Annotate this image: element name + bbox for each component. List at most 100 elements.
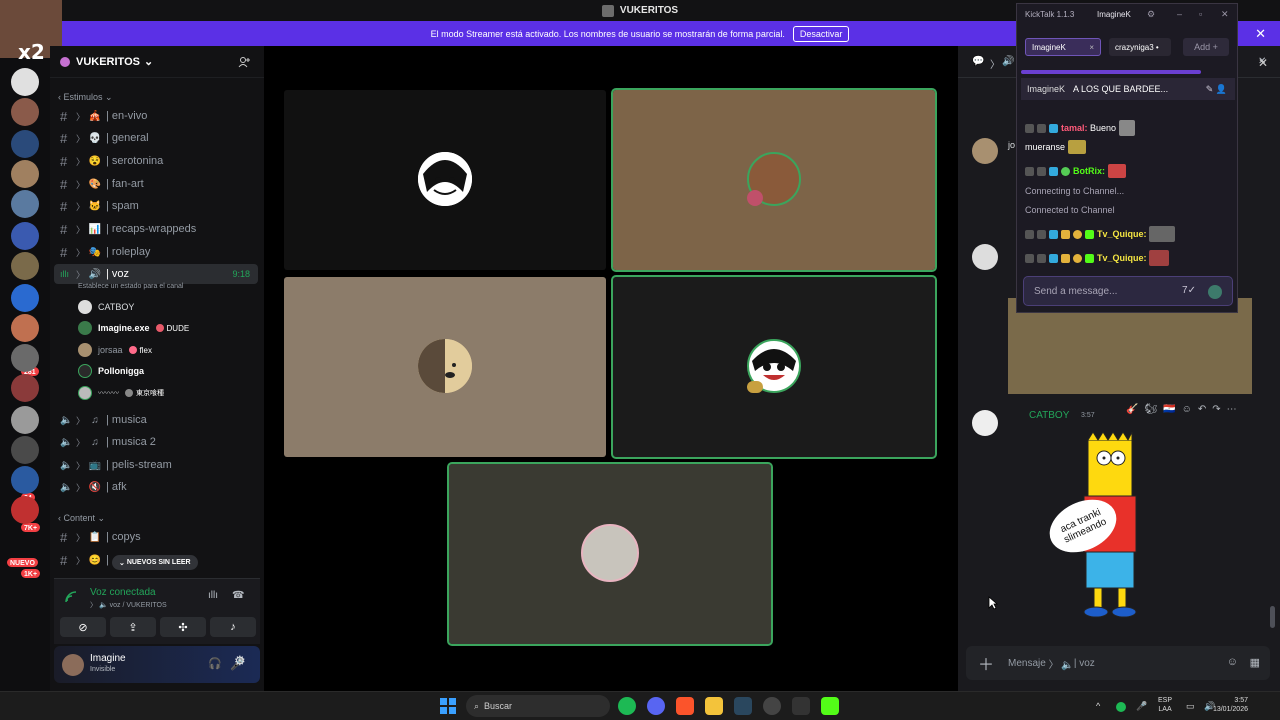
- more-icon[interactable]: ⋯: [1227, 404, 1237, 415]
- voice-location[interactable]: 〉 🔈 voz / VUKERITOS: [90, 600, 167, 610]
- add-member-icon[interactable]: [238, 56, 250, 68]
- channel-status-hint[interactable]: Establece un estado para el canal: [78, 283, 183, 290]
- channel-copys[interactable]: # 〉 📋 | copys: [54, 527, 258, 547]
- channel-fan-art[interactable]: # 〉 🎨 | fan-art: [54, 174, 258, 194]
- category-estimulos[interactable]: ‹ Estimulos ⌄: [58, 92, 113, 103]
- server-icon[interactable]: [11, 68, 39, 96]
- emoji-icon[interactable]: ☺: [1227, 656, 1238, 668]
- server-icon[interactable]: [11, 160, 39, 188]
- file-explorer-icon[interactable]: [705, 697, 723, 715]
- sticker-icon[interactable]: ▦: [1250, 656, 1260, 669]
- emote-picker-icon[interactable]: 7✓: [1182, 285, 1196, 296]
- voice-channel-musica-2[interactable]: 🔈 〉 ♫ | musica 2: [54, 432, 258, 452]
- tray-chevron-icon[interactable]: ^: [1096, 701, 1100, 711]
- minimize-icon[interactable]: –: [1177, 9, 1182, 19]
- category-content[interactable]: ‹ Content ⌄: [58, 513, 105, 524]
- spotify-icon[interactable]: [618, 697, 636, 715]
- avatar[interactable]: [62, 654, 84, 676]
- kicktalk-tab[interactable]: crazyniga3 •: [1109, 38, 1171, 56]
- avatar[interactable]: [972, 138, 998, 164]
- channel-spam[interactable]: # 〉 🐱 | spam: [54, 196, 258, 216]
- noise-suppression-icon[interactable]: ıllı: [208, 590, 218, 601]
- username[interactable]: Imagine: [90, 653, 126, 664]
- forward-icon[interactable]: ↷: [1212, 404, 1220, 415]
- channel-general[interactable]: # 〉 💀 | general: [54, 128, 258, 148]
- settings-icon[interactable]: ⚙: [1147, 9, 1155, 20]
- unread-pill[interactable]: ⌄ NUEVOS SIN LEER: [112, 555, 198, 570]
- server-icon[interactable]: [11, 436, 39, 464]
- server-header[interactable]: VUKERITOS ⌄: [50, 46, 264, 78]
- discord-icon[interactable]: [647, 697, 665, 715]
- server-icon[interactable]: [11, 344, 39, 372]
- kick-icon[interactable]: [821, 697, 839, 715]
- camera-off-button[interactable]: ⊘: [60, 617, 106, 637]
- server-icon[interactable]: [11, 190, 39, 218]
- server-icon[interactable]: [11, 222, 39, 250]
- close-icon[interactable]: ✕: [1221, 9, 1229, 20]
- message-input[interactable]: ＋ Mensaje 〉 🔈 | voz ☺ ▦: [966, 646, 1270, 680]
- voice-user[interactable]: 〰〰〰 東京喰種: [78, 384, 164, 402]
- reaction-icon[interactable]: 🎸: [1126, 404, 1138, 415]
- headphones-icon[interactable]: 🎧: [208, 657, 222, 670]
- server-icon[interactable]: [11, 314, 39, 342]
- network-icon[interactable]: ▭: [1186, 701, 1195, 712]
- message-author[interactable]: jo: [1008, 140, 1015, 150]
- channel-serotonina[interactable]: # 〉 😵 | serotonina: [54, 151, 258, 171]
- video-tile[interactable]: [284, 90, 606, 270]
- soundboard-button[interactable]: ♪: [210, 617, 256, 637]
- server-icon[interactable]: [11, 98, 39, 126]
- voice-user[interactable]: CATBOY: [78, 298, 134, 316]
- windows-start-icon[interactable]: [440, 698, 456, 714]
- voice-user[interactable]: Pollonigga: [78, 362, 144, 380]
- pinned-message[interactable]: ImagineK A LOS QUE BARDEE... ✎ 👤: [1021, 78, 1235, 100]
- kicktalk-user[interactable]: ImagineK: [1097, 10, 1131, 19]
- settings-gear-icon[interactable]: ⚙: [234, 653, 246, 669]
- screen-share-button[interactable]: ⇪: [110, 617, 156, 637]
- steam-icon[interactable]: [734, 697, 752, 715]
- server-icon[interactable]: [11, 284, 39, 312]
- deactivate-button[interactable]: Desactivar: [792, 25, 850, 42]
- voice-channel-voz[interactable]: ıllı 〉 🔊 | voz 9:18: [54, 264, 258, 284]
- video-tile[interactable]: [284, 277, 606, 457]
- voice-channel-pelis-stream[interactable]: 🔈 〉 📺 | pelis-stream: [54, 455, 258, 475]
- kicktalk-tab[interactable]: ImagineK ×: [1025, 38, 1101, 56]
- voice-channel-musica[interactable]: 🔈 〉 ♫ | musica: [54, 410, 258, 430]
- signal-icon[interactable]: [64, 590, 78, 604]
- message-author[interactable]: CATBOY: [1029, 410, 1069, 421]
- voice-user[interactable]: Imagine.exe DUDE: [78, 319, 189, 337]
- server-icon[interactable]: [11, 406, 39, 434]
- taskbar-clock[interactable]: 3:57 13/01/2026: [1213, 696, 1248, 714]
- video-tile[interactable]: [447, 462, 773, 646]
- server-icon[interactable]: [11, 496, 39, 524]
- attach-plus-icon[interactable]: ＋: [978, 651, 1008, 675]
- channel-en-vivo[interactable]: # 〉 🎪 | en-vivo: [54, 106, 258, 126]
- video-tile[interactable]: [611, 88, 937, 272]
- app-icon[interactable]: [763, 697, 781, 715]
- video-tile[interactable]: [611, 275, 937, 459]
- chat-bubble-icon[interactable]: 💬: [972, 56, 984, 67]
- reaction-icon[interactable]: 🐿: [1144, 404, 1157, 415]
- tray-mic-icon[interactable]: 🎤: [1136, 701, 1147, 712]
- server-icon[interactable]: [11, 130, 39, 158]
- pin-icon[interactable]: ✎ 👤: [1206, 84, 1227, 95]
- close-icon[interactable]: ✕: [1258, 56, 1268, 70]
- channel-roleplay[interactable]: # 〉 🎭 | roleplay: [54, 242, 258, 262]
- server-icon[interactable]: [11, 252, 39, 280]
- channel-recaps-wrappeds[interactable]: # 〉 📊 | recaps-wrappeds: [54, 219, 258, 239]
- brave-icon[interactable]: [676, 697, 694, 715]
- server-icon[interactable]: [11, 466, 39, 494]
- send-icon[interactable]: [1208, 285, 1222, 299]
- language-indicator[interactable]: ESP LAA: [1158, 696, 1172, 714]
- reply-icon[interactable]: ↶: [1198, 404, 1206, 415]
- tray-app-icon[interactable]: [1116, 702, 1126, 712]
- app-icon[interactable]: [792, 697, 810, 715]
- disconnect-icon[interactable]: ☎: [232, 590, 244, 601]
- banner-close-icon[interactable]: ✕: [1255, 26, 1266, 42]
- maximize-icon[interactable]: ▫: [1199, 9, 1202, 19]
- avatar[interactable]: [972, 410, 998, 436]
- add-channel-button[interactable]: Add +: [1183, 38, 1229, 56]
- kicktalk-message-input[interactable]: Send a message... 7✓: [1023, 276, 1233, 306]
- scrollbar[interactable]: [1270, 606, 1275, 628]
- voice-user[interactable]: jorsaa flex: [78, 341, 152, 359]
- taskbar-search[interactable]: ⌕ Buscar: [466, 695, 610, 717]
